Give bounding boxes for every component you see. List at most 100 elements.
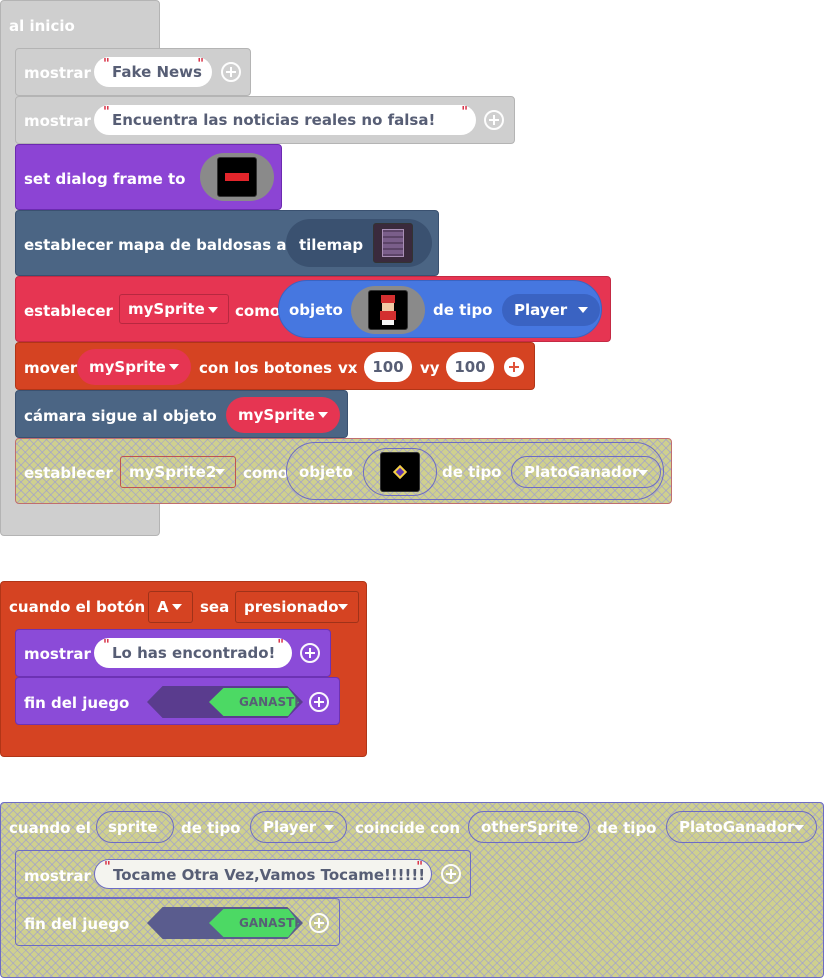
chevron-down-icon [638,470,648,476]
show-label: mostrar [24,112,91,130]
vx-input[interactable]: 100 [364,352,412,382]
show-text-input[interactable]: " Fake News " [94,57,212,87]
event-dropdown[interactable]: presionado [235,591,359,623]
show-block-2[interactable]: mostrar " Encuentra las noticias reales n… [15,96,515,144]
sprite2-kind-dropdown[interactable]: PlatoGanador [511,456,661,488]
sea-label: sea [200,598,230,616]
de-tipo2-label: de tipo [597,819,657,837]
game-over-block-2[interactable]: fin del juego GANASTE [15,898,340,946]
move-sprite-dropdown[interactable]: mySprite [77,349,191,385]
overlap-hat-label: cuando el [9,819,91,837]
show-text-value: Fake News [112,63,202,81]
sprite-image-picker[interactable] [351,286,425,334]
other-sprite-value: otherSprite [481,818,579,836]
add-icon[interactable] [300,643,320,663]
como-label: como [235,302,281,320]
sprite-var-dropdown[interactable]: mySprite [119,294,229,324]
sprite-var-pill[interactable]: sprite [96,811,174,843]
dialog-frame-picker[interactable] [200,153,274,201]
coincide-label: coincide con [355,819,461,837]
kind1-dropdown[interactable]: Player [250,811,347,843]
vy-input[interactable]: 100 [446,352,494,382]
add-icon[interactable] [441,864,461,884]
add-icon[interactable] [309,913,329,933]
camera-follow-block[interactable]: cámara sigue al objeto mySprite [15,390,348,438]
on-start-label: al inicio [9,17,75,35]
set-sprite2-label: establecer [24,464,113,482]
dialog-frame-block[interactable]: set dialog frame to [15,144,282,210]
chevron-down-icon [208,307,218,313]
sprite2-var-dropdown[interactable]: mySprite2 [120,456,236,488]
con-botones-label: con los botones [199,359,332,377]
camera-sprite-value: mySprite [238,406,315,424]
vx-label: vx [338,359,358,377]
de-tipo-label: de tipo [181,819,241,837]
kind2-value: PlatoGanador [679,818,795,836]
sprite2-create-block[interactable]: objeto de tipo PlatoGanador [286,442,664,500]
sprite2-image-picker[interactable] [363,448,437,496]
chevron-down-icon [324,825,334,831]
add-icon[interactable] [504,357,524,377]
show-block-4[interactable]: mostrar " Tocame Otra Vez,Vamos Tocame!!!… [15,850,471,898]
show-text-input[interactable]: " Lo has encontrado! " [94,638,292,668]
chevron-down-icon [215,469,225,475]
camera-label: cámara sigue al objeto [24,407,217,425]
set-sprite-label: establecer [24,302,113,320]
tilemap-block[interactable]: establecer mapa de baldosas a tilemap [15,210,439,276]
chevron-down-icon [578,307,588,313]
move-sprite-value: mySprite [89,358,166,376]
de-tipo-label: de tipo [433,301,493,319]
boton-label: botón [96,598,146,616]
sprite-create-block[interactable]: objeto de tipo Player [278,280,602,338]
button-dropdown[interactable]: A [148,591,193,623]
dialog-frame-icon [217,157,257,197]
game-over-value: GANASTE [239,916,299,930]
add-icon[interactable] [484,110,504,130]
game-over-value-box[interactable]: GANASTE [209,688,299,716]
game-over-block-1[interactable]: fin del juego GANASTE [15,677,340,725]
set-sprite-block[interactable]: establecer mySprite como objeto de tipo … [15,276,611,342]
sprite2-var-value: mySprite2 [129,463,217,481]
show-text-value: Encuentra las noticias reales no falsa! [112,111,436,129]
move-sprite-block[interactable]: mover mySprite con los botones vx 100 vy… [15,342,535,390]
sprite-var-pill-value: sprite [108,818,158,836]
button-value: A [157,598,169,616]
show-label: mostrar [24,645,91,663]
sprite-kind-value: Player [514,301,568,319]
show-label: mostrar [24,867,91,885]
show-block-1[interactable]: mostrar " Fake News " [15,48,251,96]
show-text-input[interactable]: " Tocame Otra Vez,Vamos Tocame!!!!!! " [94,859,432,889]
tilemap-icon [373,223,413,263]
set-sprite2-block[interactable]: establecer mySprite2 como objeto de tipo… [15,438,672,504]
chevron-down-icon [794,825,804,831]
camera-sprite-dropdown[interactable]: mySprite [226,397,340,433]
game-over-label: fin del juego [24,915,130,933]
add-icon[interactable] [221,62,241,82]
sprite2-kind-value: PlatoGanador [524,463,640,481]
other-sprite-pill[interactable]: otherSprite [468,811,590,843]
move-label: mover [24,359,78,377]
tilemap-value: tilemap [299,236,364,254]
sprite-kind-dropdown[interactable]: Player [502,294,600,326]
show-label: mostrar [24,64,91,82]
chevron-down-icon [338,604,348,610]
como2-label: como [243,464,289,482]
add-icon[interactable] [309,692,329,712]
chevron-down-icon [172,604,182,610]
show-block-3[interactable]: mostrar " Lo has encontrado! " [15,629,331,677]
game-over-label: fin del juego [24,694,130,712]
kind2-dropdown[interactable]: PlatoGanador [666,811,817,843]
tilemap-picker[interactable]: tilemap [286,219,432,267]
game-over-value-box[interactable]: GANASTE [209,909,299,937]
goal-sprite-icon [380,452,420,492]
sprite-var-value: mySprite [128,300,205,318]
chevron-down-icon [169,364,179,370]
show-text-input[interactable]: " Encuentra las noticias reales no falsa!… [94,105,476,135]
vy-label: vy [420,359,440,377]
de-tipo2-label: de tipo [442,463,502,481]
chevron-down-icon [318,412,328,418]
objeto-label: objeto [289,301,343,319]
show-text-value: Tocame Otra Vez,Vamos Tocame!!!!!! [113,866,426,884]
event-value: presionado [244,598,339,616]
kind1-value: Player [263,818,317,836]
